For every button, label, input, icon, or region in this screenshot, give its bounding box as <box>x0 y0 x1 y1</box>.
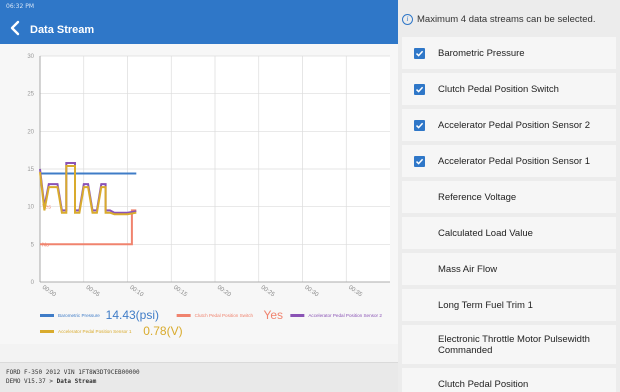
legend-name: Barometric Pressure <box>58 313 100 318</box>
notice-text: Maximum 4 data streams can be selected. <box>417 13 596 25</box>
legend-swatch <box>176 314 191 317</box>
stream-label: Mass Air Flow <box>438 263 498 275</box>
y-tick-label: 5 <box>31 242 35 248</box>
info-icon: i <box>402 13 413 25</box>
stream-item[interactable]: Clutch Pedal Position <box>402 368 616 392</box>
vehicle-info: FORD F-350 2012 VIN 1FT8W3DT9CEB00000 <box>6 369 140 376</box>
stream-label: Accelerator Pedal Position Sensor 2 <box>438 119 591 131</box>
data-stream-panel: 06:32 PM Data Stream 0 5 10 15 20 25 30 Yes No 00… <box>0 0 398 392</box>
stream-item[interactable]: Electronic Throttle Motor Pulsewidth Com… <box>402 325 616 364</box>
legend-swatch <box>40 314 54 317</box>
legend-value: 14.43(psi) <box>106 308 159 322</box>
y-tick-label: 0 <box>31 280 35 286</box>
stream-item[interactable]: Reference Voltage <box>402 181 616 213</box>
x-tick-label: 00:25 <box>260 285 276 299</box>
x-tick-label: 00:35 <box>347 285 363 299</box>
stream-selection-panel: i Maximum 4 data streams can be selected… <box>398 0 620 392</box>
status-time: 06:32 PM <box>6 3 34 10</box>
y-tick-label: 20 <box>27 129 34 135</box>
stream-label: Long Term Fuel Trim 1 <box>438 299 533 311</box>
stream-item[interactable]: Calculated Load Value <box>402 217 616 249</box>
y-tick-label: 25 <box>27 92 34 98</box>
stream-item[interactable]: Mass Air Flow <box>402 253 616 285</box>
page-title: Data Stream <box>30 24 95 36</box>
x-tick-label: 00:20 <box>216 285 232 299</box>
header-bar: 06:32 PM Data Stream <box>0 0 398 44</box>
legend-swatch <box>290 314 305 317</box>
selection-notice: i Maximum 4 data streams can be selected… <box>398 0 620 38</box>
breadcrumb-prefix: DEMO V15.37 > <box>6 378 57 385</box>
stream-item[interactable]: Accelerator Pedal Position Sensor 2 <box>402 109 616 141</box>
checkbox-checked-icon[interactable] <box>414 84 425 95</box>
data-stream-chart: 0 5 10 15 20 25 30 Yes No 00:00 00:05 00:10 00:15 00:… <box>27 54 390 338</box>
x-tick-label: 00:10 <box>128 285 144 299</box>
breadcrumb: DEMO V15.37 > Data Stream <box>6 377 392 386</box>
stream-label: Calculated Load Value <box>438 227 533 239</box>
stream-item[interactable]: Long Term Fuel Trim 1 <box>402 289 616 321</box>
legend-name: Clutch Pedal Position Switch <box>195 313 254 318</box>
chart-area: 0 5 10 15 20 25 30 Yes No 00:00 00:05 00:10 00:15 00:… <box>0 44 398 344</box>
footer: FORD F-350 2012 VIN 1FT8W3DT9CEB00000 DE… <box>0 362 398 392</box>
stream-label: Reference Voltage <box>438 191 517 203</box>
legend-name: Accelerator Pedal Position Sensor 2 <box>308 313 382 318</box>
x-tick-label: 00:15 <box>172 285 188 299</box>
x-tick-label: 00:00 <box>41 285 57 299</box>
stream-item[interactable]: Clutch Pedal Position Switch <box>402 73 616 105</box>
stream-label: Electronic Throttle Motor Pulsewidth Com… <box>438 333 590 356</box>
legend-swatch <box>40 330 54 333</box>
stream-label: Barometric Pressure <box>438 47 525 59</box>
checkbox-checked-icon[interactable] <box>414 120 425 131</box>
checkbox-checked-icon[interactable] <box>414 48 425 59</box>
stream-item[interactable]: Accelerator Pedal Position Sensor 1 <box>402 145 616 177</box>
y-tick-label: 30 <box>27 54 34 60</box>
x-tick-label: 00:30 <box>303 285 319 299</box>
stream-label: Clutch Pedal Position Switch <box>438 83 559 95</box>
stream-label: Accelerator Pedal Position Sensor 1 <box>438 155 591 167</box>
back-arrow-icon[interactable] <box>8 20 22 36</box>
breadcrumb-current: Data Stream <box>56 378 97 385</box>
stream-list: Barometric Pressure Clutch Pedal Position… <box>402 37 616 392</box>
stream-item[interactable]: Barometric Pressure <box>402 37 616 69</box>
legend-value: 0.78(V) <box>143 324 182 338</box>
y-tick-label: 15 <box>27 167 34 173</box>
legend-value: Yes <box>263 308 283 322</box>
legend-name: Accelerator Pedal Position Sensor 1 <box>58 329 132 334</box>
x-tick-label: 00:05 <box>85 285 101 299</box>
y-category-label: No <box>42 242 49 248</box>
checkbox-checked-icon[interactable] <box>414 156 425 167</box>
y-tick-label: 10 <box>27 205 34 211</box>
stream-label: Clutch Pedal Position <box>438 378 529 390</box>
